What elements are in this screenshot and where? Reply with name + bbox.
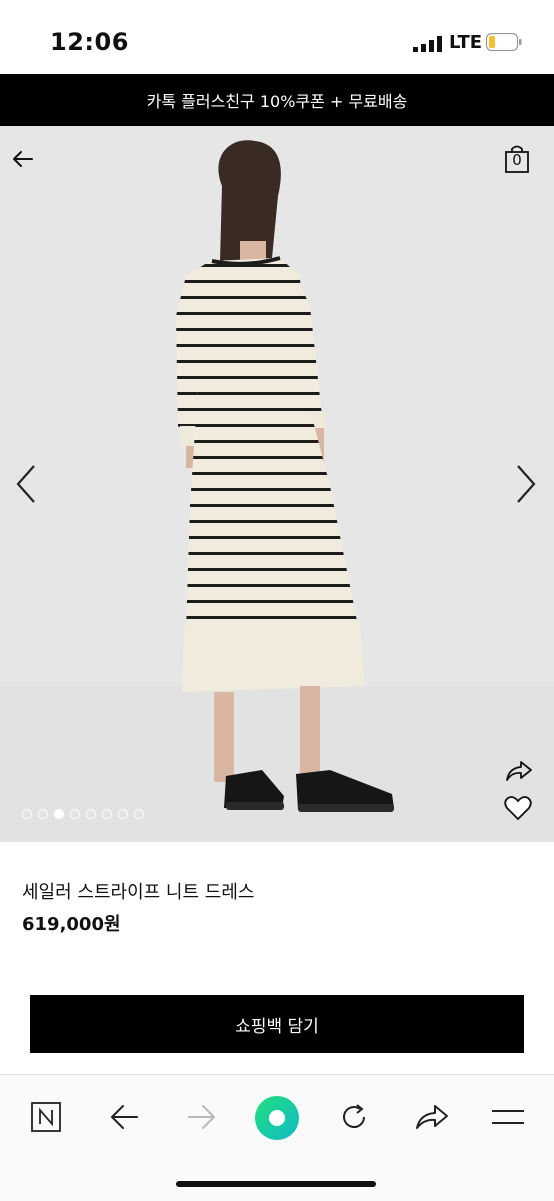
add-to-cart-label: 쇼핑백 담기 xyxy=(235,1016,319,1037)
reload-icon xyxy=(343,1104,365,1128)
arrow-left-icon xyxy=(13,151,33,167)
heart-icon xyxy=(504,796,532,821)
status-time: 12:06 xyxy=(50,28,129,56)
product-image-gallery[interactable]: 0 xyxy=(0,126,554,842)
share-button[interactable] xyxy=(502,756,536,786)
previous-image-button[interactable] xyxy=(8,458,44,510)
cart-button[interactable]: 0 xyxy=(500,142,534,178)
menu-button[interactable] xyxy=(486,1095,530,1139)
browser-back-button[interactable] xyxy=(102,1095,146,1139)
gallery-dot[interactable] xyxy=(22,809,32,819)
forward-arrow-icon xyxy=(188,1105,216,1129)
product-name: 세일러 스트라이프 니트 드레스 xyxy=(22,882,255,903)
share-arrow-icon xyxy=(416,1105,448,1129)
naver-home-button[interactable] xyxy=(24,1095,68,1139)
promo-text: 카톡 플러스친구 10%쿠폰 + 무료배송 xyxy=(146,92,408,111)
naver-n-icon xyxy=(31,1102,61,1132)
network-label: LTE xyxy=(449,32,483,53)
gallery-dot[interactable] xyxy=(70,809,80,819)
gallery-pagination xyxy=(22,809,144,819)
chevron-left-icon xyxy=(16,465,35,503)
add-to-cart-button[interactable]: 쇼핑백 담기 xyxy=(30,995,524,1053)
product-photo xyxy=(0,126,554,842)
browser-share-button[interactable] xyxy=(410,1095,454,1139)
browser-toolbar xyxy=(0,1074,554,1201)
gallery-dot[interactable] xyxy=(54,809,64,819)
gallery-dot[interactable] xyxy=(102,809,112,819)
reload-button[interactable] xyxy=(332,1095,376,1139)
home-indicator xyxy=(176,1181,376,1187)
green-dot-button[interactable] xyxy=(254,1095,300,1141)
back-arrow-icon xyxy=(110,1105,138,1129)
chevron-right-icon xyxy=(517,465,536,503)
product-price: 619,000원 xyxy=(22,914,121,935)
battery-icon xyxy=(486,33,522,51)
gallery-dot[interactable] xyxy=(86,809,96,819)
menu-icon xyxy=(492,1110,524,1124)
partially-hidden-info xyxy=(22,962,222,972)
cart-count: 0 xyxy=(512,151,522,169)
green-dot-icon xyxy=(255,1096,299,1140)
next-image-button[interactable] xyxy=(508,458,544,510)
back-button[interactable] xyxy=(8,144,38,174)
gallery-dot[interactable] xyxy=(38,809,48,819)
promo-banner[interactable]: 카톡 플러스친구 10%쿠폰 + 무료배송 xyxy=(0,74,554,126)
gallery-dot[interactable] xyxy=(118,809,128,819)
wishlist-button[interactable] xyxy=(500,792,536,824)
browser-forward-button[interactable] xyxy=(180,1095,224,1139)
share-icon xyxy=(506,761,532,781)
gallery-dot[interactable] xyxy=(134,809,144,819)
signal-icon xyxy=(413,36,442,52)
status-bar: 12:06 LTE xyxy=(0,0,554,74)
